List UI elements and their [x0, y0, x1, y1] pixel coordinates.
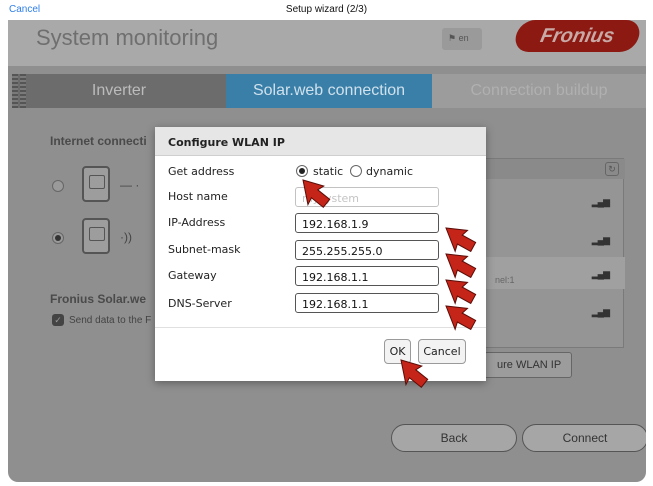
gateway-label: Gateway [168, 269, 217, 282]
solarweb-label: Fronius Solar.we [50, 292, 147, 306]
step-solarweb-connection: Solar.web connection [226, 74, 432, 108]
subnet-mask-label: Subnet-mask [168, 243, 241, 256]
wizard-title: Setup wizard (2/3) [285, 4, 368, 15]
dynamic-option-label: dynamic [366, 165, 414, 178]
internet-connection-label: Internet connecti [50, 134, 147, 148]
step-connection-buildup: Connection buildup [432, 74, 646, 108]
page-title: System monitoring [36, 25, 219, 50]
wlan-network-item-selected[interactable]: nel:1 ▂▄▆ [485, 257, 625, 289]
get-address-label: Get address [168, 165, 235, 178]
wlan-network-item[interactable]: ▂▄▆ [485, 295, 625, 327]
static-radio[interactable] [296, 165, 308, 177]
step-inverter: Inverter [12, 74, 226, 108]
configure-wlan-ip-dialog: Configure WLAN IP Get address static dyn… [155, 127, 486, 381]
configure-wlan-ip-button[interactable]: ure WLAN IP [484, 352, 572, 378]
dialog-divider [155, 327, 486, 328]
top-bar: Cancel Setup wizard (2/3) [0, 0, 653, 20]
wlan-list-header: ↻ [485, 159, 625, 179]
inverter-wlan-icon [82, 218, 110, 254]
wlan-network-list: ↻ ▂▄▆ ▂▄▆ nel:1 ▂▄▆ ▂▄▆ [484, 158, 625, 348]
app-header: System monitoring ⚑ en Fronius [8, 20, 646, 66]
flag-icon: ⚑ [448, 33, 459, 43]
channel-label: nel:1 [495, 275, 515, 285]
gateway-field[interactable] [295, 266, 439, 286]
wlan-option-radio[interactable] [52, 232, 64, 244]
fronius-logo: Fronius [512, 20, 643, 52]
ip-address-field[interactable] [295, 213, 439, 233]
dns-server-label: DNS-Server [168, 297, 232, 310]
step-divider [12, 74, 18, 108]
dynamic-radio[interactable] [350, 165, 362, 177]
subnet-mask-field[interactable] [295, 240, 439, 260]
back-button[interactable]: Back [391, 424, 517, 452]
setup-wizard-screen: Cancel Setup wizard (2/3) System monitor… [0, 0, 653, 486]
connect-button[interactable]: Connect [522, 424, 646, 452]
step-progress: Inverter Solar.web connection Connection… [12, 74, 646, 108]
cable-icon: — · [120, 178, 140, 192]
signal-bars-icon: ▂▄▆ [591, 235, 610, 245]
language-selector[interactable]: ⚑ en [442, 28, 482, 50]
send-data-checkbox[interactable]: ✓ [52, 314, 64, 326]
lan-option-radio[interactable] [52, 180, 64, 192]
host-name-field[interactable] [295, 187, 439, 207]
step-divider [20, 74, 26, 108]
wlan-network-item[interactable]: ▂▄▆ [485, 185, 625, 217]
wlan-network-item[interactable]: ▂▄▆ [485, 223, 625, 255]
send-data-label: Send data to the F [69, 315, 152, 326]
signal-bars-icon: ▂▄▆ [591, 269, 610, 279]
dialog-title: Configure WLAN IP [155, 127, 486, 156]
host-name-label: Host name [168, 190, 228, 203]
ip-address-label: IP-Address [168, 216, 226, 229]
language-code: en [458, 33, 469, 43]
ok-button[interactable]: OK [384, 339, 411, 364]
signal-bars-icon: ▂▄▆ [591, 197, 610, 207]
signal-bars-icon: ▂▄▆ [591, 307, 610, 317]
dns-server-field[interactable] [295, 293, 439, 313]
refresh-icon[interactable]: ↻ [605, 162, 619, 176]
wifi-signal-icon: ·)) [120, 230, 132, 244]
static-option-label: static [313, 165, 344, 178]
dialog-cancel-button[interactable]: Cancel [418, 339, 466, 364]
inverter-lan-icon [82, 166, 110, 202]
